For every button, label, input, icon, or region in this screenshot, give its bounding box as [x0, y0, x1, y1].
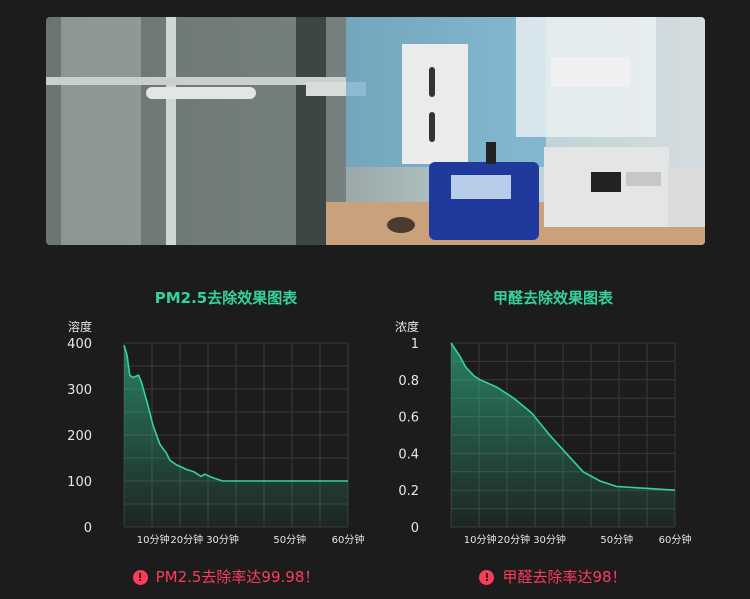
y-tick-label: 0.8 — [398, 374, 419, 389]
x-tick-label: 50分钟 — [273, 533, 306, 546]
pm25-result-text: PM2.5去除率达99.98！ — [155, 568, 320, 586]
y-tick-label: 200 — [67, 429, 92, 444]
x-tick-label: 60分钟 — [332, 533, 365, 546]
formaldehyde-chart-plot: 0 0.2 0.4 0.6 0.8 1 10分钟 20分钟 30分钟 50分钟 60分钟 — [398, 337, 692, 546]
x-tick-label: 50分钟 — [600, 533, 633, 546]
formaldehyde-result: ! 甲醛去除率达98！ — [383, 566, 723, 587]
y-tick-label: 0.2 — [398, 484, 419, 499]
formaldehyde-result-text: 甲醛去除率达98！ — [502, 568, 627, 586]
y-tick-label: 0 — [84, 521, 92, 536]
alert-icon: ! — [132, 570, 148, 585]
y-tick-label: 300 — [67, 383, 92, 398]
y-tick-label: 400 — [67, 337, 92, 352]
y-tick-label: 100 — [67, 475, 92, 490]
x-tick-label: 10分钟 — [464, 533, 497, 546]
lab-test-photo — [46, 17, 705, 245]
x-tick-label: 20分钟 — [497, 533, 530, 546]
x-tick-label: 20分钟 — [170, 533, 203, 546]
y-tick-label: 0.4 — [398, 447, 419, 462]
pm25-result: ! PM2.5去除率达99.98！ — [56, 566, 396, 587]
y-tick-label: 0.6 — [398, 411, 419, 426]
y-tick-label: 1 — [411, 337, 419, 352]
x-tick-label: 10分钟 — [137, 533, 170, 546]
x-tick-label: 30分钟 — [533, 533, 566, 546]
formaldehyde-chart: 甲醛去除效果图表 浓度 0 0.2 0.4 0.6 0.8 1 10分钟 20分钟 30分钟 50… — [383, 285, 723, 555]
lab-test-photo-image — [46, 17, 705, 245]
alert-icon: ! — [479, 570, 495, 585]
pm25-chart: PM2.5去除效果图表 溶度 0 100 200 300 400 10分钟 20分钟 30分钟… — [56, 285, 396, 555]
pm25-chart-plot: 0 100 200 300 400 10分钟 20分钟 30分钟 50分钟 60分钟 — [67, 337, 365, 546]
y-tick-label: 0 — [411, 521, 419, 536]
x-tick-label: 30分钟 — [206, 533, 239, 546]
x-tick-label: 60分钟 — [659, 533, 692, 546]
